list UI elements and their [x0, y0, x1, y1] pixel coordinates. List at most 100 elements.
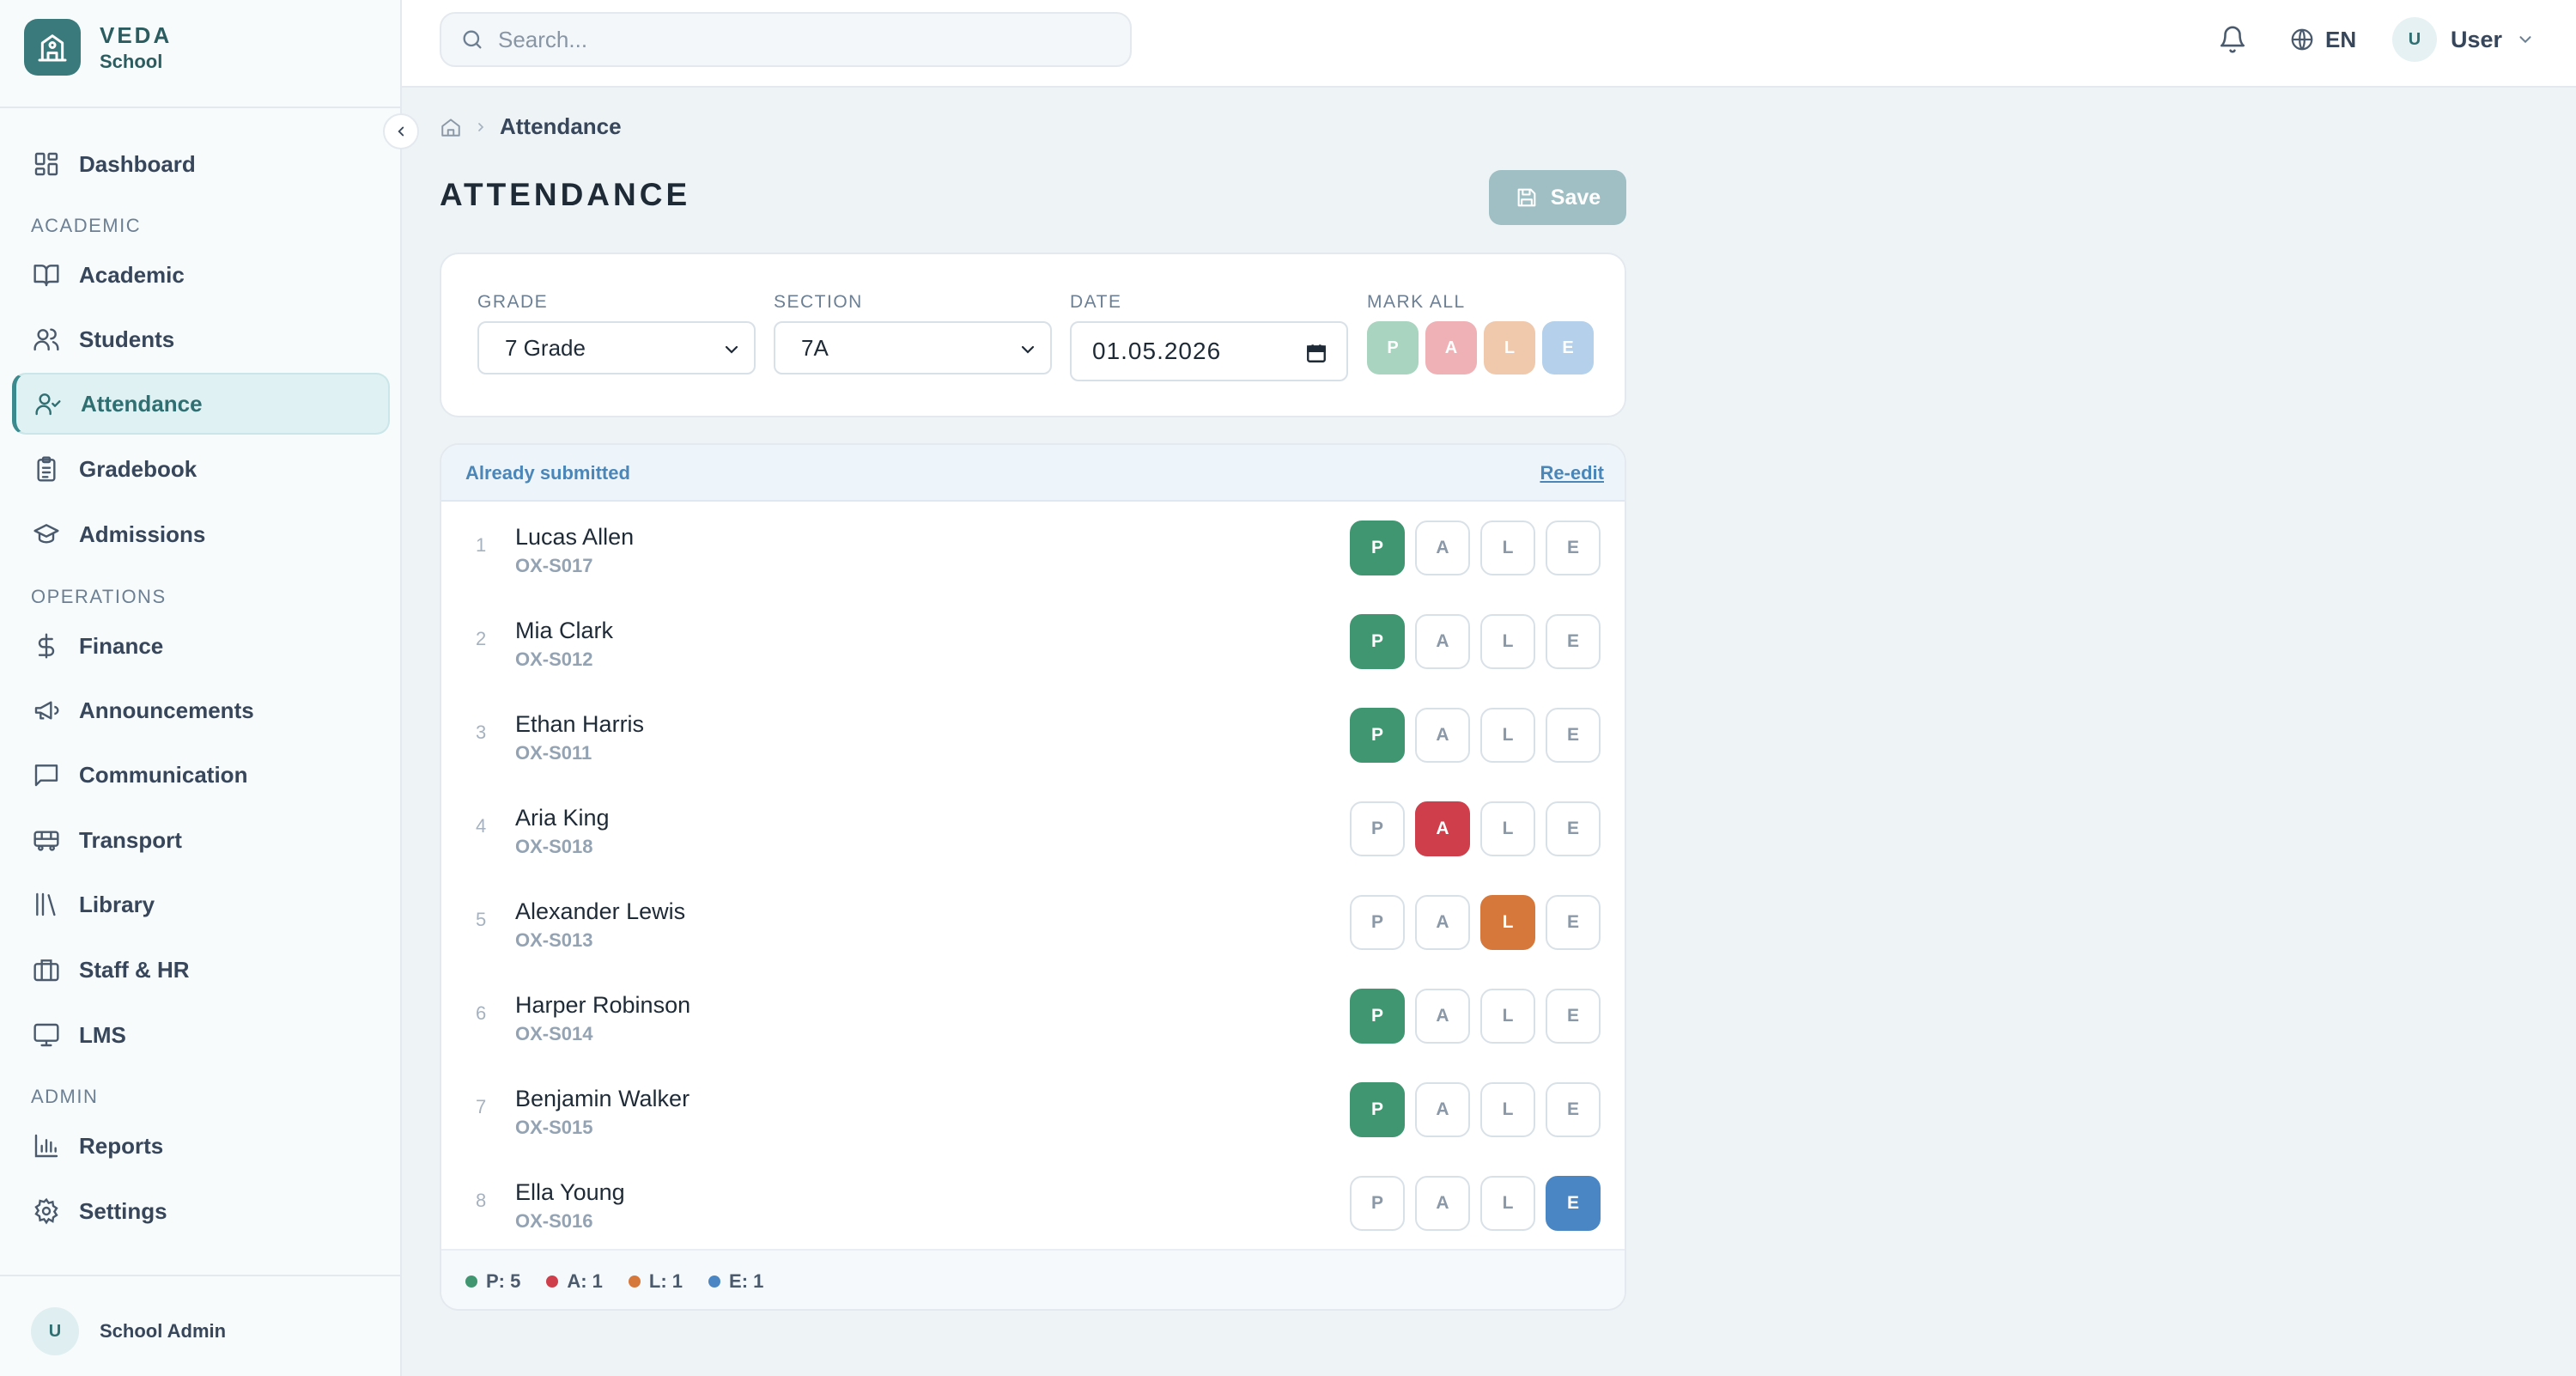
status-options: PALE	[1350, 895, 1611, 950]
student-name: Lucas Allen	[515, 524, 635, 550]
summary-text: P: 5	[486, 1270, 521, 1292]
sidebar-item-finance[interactable]: Finance	[12, 615, 390, 677]
notifications-button[interactable]	[2214, 21, 2251, 58]
status-present-button[interactable]: P	[1350, 801, 1405, 856]
status-present-button[interactable]: P	[1350, 1082, 1405, 1137]
sidebar-item-admissions[interactable]: Admissions	[12, 503, 390, 565]
search-input[interactable]	[498, 26, 1099, 53]
row-number: 2	[476, 628, 487, 649]
status-late-button[interactable]: L	[1480, 1082, 1535, 1137]
chevron-down-icon	[2519, 36, 2531, 44]
status-absent-button[interactable]: A	[1415, 708, 1470, 763]
status-excused-button[interactable]: E	[1546, 521, 1601, 575]
sidebar-user[interactable]: U School Admin	[31, 1307, 226, 1355]
summary-text: E: 1	[729, 1270, 764, 1292]
status-excused-button[interactable]: E	[1546, 801, 1601, 856]
status-absent-button[interactable]: A	[1415, 801, 1470, 856]
sidebar-item-attendance[interactable]: Attendance	[12, 373, 390, 435]
sidebar-item-label: Staff & HR	[79, 956, 190, 983]
status-late-button[interactable]: L	[1480, 708, 1535, 763]
breadcrumb: Attendance	[440, 113, 622, 140]
section-select[interactable]: 7A	[774, 321, 1052, 374]
status-late-button[interactable]: L	[1480, 801, 1535, 856]
calendar-icon[interactable]	[1305, 342, 1327, 364]
brand-name: VEDA	[100, 21, 173, 48]
student-name: Ella Young	[515, 1179, 625, 1205]
sidebar-item-students[interactable]: Students	[12, 308, 390, 370]
sidebar-item-announcements[interactable]: Announcements	[12, 679, 390, 741]
mark-all-excused-button[interactable]: E	[1542, 321, 1594, 374]
status-excused-button[interactable]: E	[1546, 1176, 1601, 1231]
re-edit-link[interactable]: Re-edit	[1540, 462, 1604, 484]
row-number: 6	[476, 1002, 487, 1024]
status-absent-button[interactable]: A	[1415, 614, 1470, 669]
status-excused-button[interactable]: E	[1546, 1082, 1601, 1137]
date-input[interactable]: 01.05.2026	[1070, 321, 1348, 381]
status-absent-button[interactable]: A	[1415, 521, 1470, 575]
student-id: OX-S011	[515, 742, 592, 764]
grade-select[interactable]: 7 Grade	[477, 321, 756, 374]
status-absent-button[interactable]: A	[1415, 895, 1470, 950]
student-id: OX-S016	[515, 1210, 593, 1232]
present-dot	[465, 1276, 477, 1288]
language-switcher[interactable]: EN	[2289, 21, 2356, 58]
status-late-button[interactable]: L	[1480, 895, 1535, 950]
brand[interactable]: VEDA School	[24, 19, 172, 76]
status-late-button[interactable]: L	[1480, 1176, 1535, 1231]
home-icon[interactable]	[440, 116, 462, 138]
status-late-button[interactable]: L	[1480, 989, 1535, 1044]
search-box[interactable]	[440, 12, 1132, 67]
student-id: OX-S013	[515, 929, 593, 951]
sidebar-item-library[interactable]: Library	[12, 874, 390, 935]
mark-all-present-button[interactable]: P	[1367, 321, 1419, 374]
status-present-button[interactable]: P	[1350, 614, 1405, 669]
status-present-button[interactable]: P	[1350, 1176, 1405, 1231]
collapse-sidebar-button[interactable]	[383, 113, 419, 149]
table-row: 5 Alexander Lewis OX-S013 P A L E	[441, 876, 1625, 970]
status-options: PALE	[1350, 989, 1611, 1044]
sidebar-item-lms[interactable]: LMS	[12, 1004, 390, 1066]
status-present-button[interactable]: P	[1350, 989, 1405, 1044]
attendance-summary: P: 5 A: 1 L: 1 E: 1	[441, 1249, 1625, 1309]
status-absent-button[interactable]: A	[1415, 989, 1470, 1044]
sidebar-item-communication[interactable]: Communication	[12, 744, 390, 806]
table-row: 7 Benjamin Walker OX-S015 P A L E	[441, 1063, 1625, 1157]
student-name: Mia Clark	[515, 618, 614, 643]
sidebar-item-reports[interactable]: Reports	[12, 1115, 390, 1177]
page-title: ATTENDANCE	[440, 177, 691, 212]
row-number: 8	[476, 1190, 487, 1211]
student-id: OX-S018	[515, 836, 593, 857]
status-excused-button[interactable]: E	[1546, 708, 1601, 763]
sidebar-item-dashboard[interactable]: Dashboard	[12, 133, 390, 195]
status-present-button[interactable]: P	[1350, 521, 1405, 575]
absent-dot	[546, 1276, 559, 1288]
mark-all-late-button[interactable]: L	[1484, 321, 1535, 374]
sidebar-item-settings[interactable]: Settings	[12, 1180, 390, 1242]
status-absent-button[interactable]: A	[1415, 1082, 1470, 1137]
status-excused-button[interactable]: E	[1546, 614, 1601, 669]
mark-all-absent-button[interactable]: A	[1425, 321, 1477, 374]
sidebar-item-gradebook[interactable]: Gradebook	[12, 438, 390, 500]
status-present-button[interactable]: P	[1350, 895, 1405, 950]
status-late-button[interactable]: L	[1480, 614, 1535, 669]
late-dot	[628, 1276, 641, 1288]
status-present-button[interactable]: P	[1350, 708, 1405, 763]
library-icon	[31, 889, 62, 920]
user-menu[interactable]: U User	[2392, 17, 2535, 62]
save-button[interactable]: Save	[1489, 170, 1626, 225]
school-logo-icon	[24, 19, 81, 76]
briefcase-icon	[31, 954, 62, 985]
users-icon	[31, 324, 62, 355]
status-absent-button[interactable]: A	[1415, 1176, 1470, 1231]
sidebar-item-transport[interactable]: Transport	[12, 809, 390, 871]
status-excused-button[interactable]: E	[1546, 895, 1601, 950]
mark-all-group: P A L E	[1367, 321, 1601, 374]
sidebar-item-staff-hr[interactable]: Staff & HR	[12, 939, 390, 1001]
language-label: EN	[2325, 26, 2357, 52]
status-late-button[interactable]: L	[1480, 521, 1535, 575]
save-label: Save	[1550, 185, 1601, 210]
sidebar-item-academic[interactable]: Academic	[12, 244, 390, 306]
clipboard-icon	[31, 454, 62, 484]
sidebar-item-label: Dashboard	[79, 150, 196, 177]
status-excused-button[interactable]: E	[1546, 989, 1601, 1044]
